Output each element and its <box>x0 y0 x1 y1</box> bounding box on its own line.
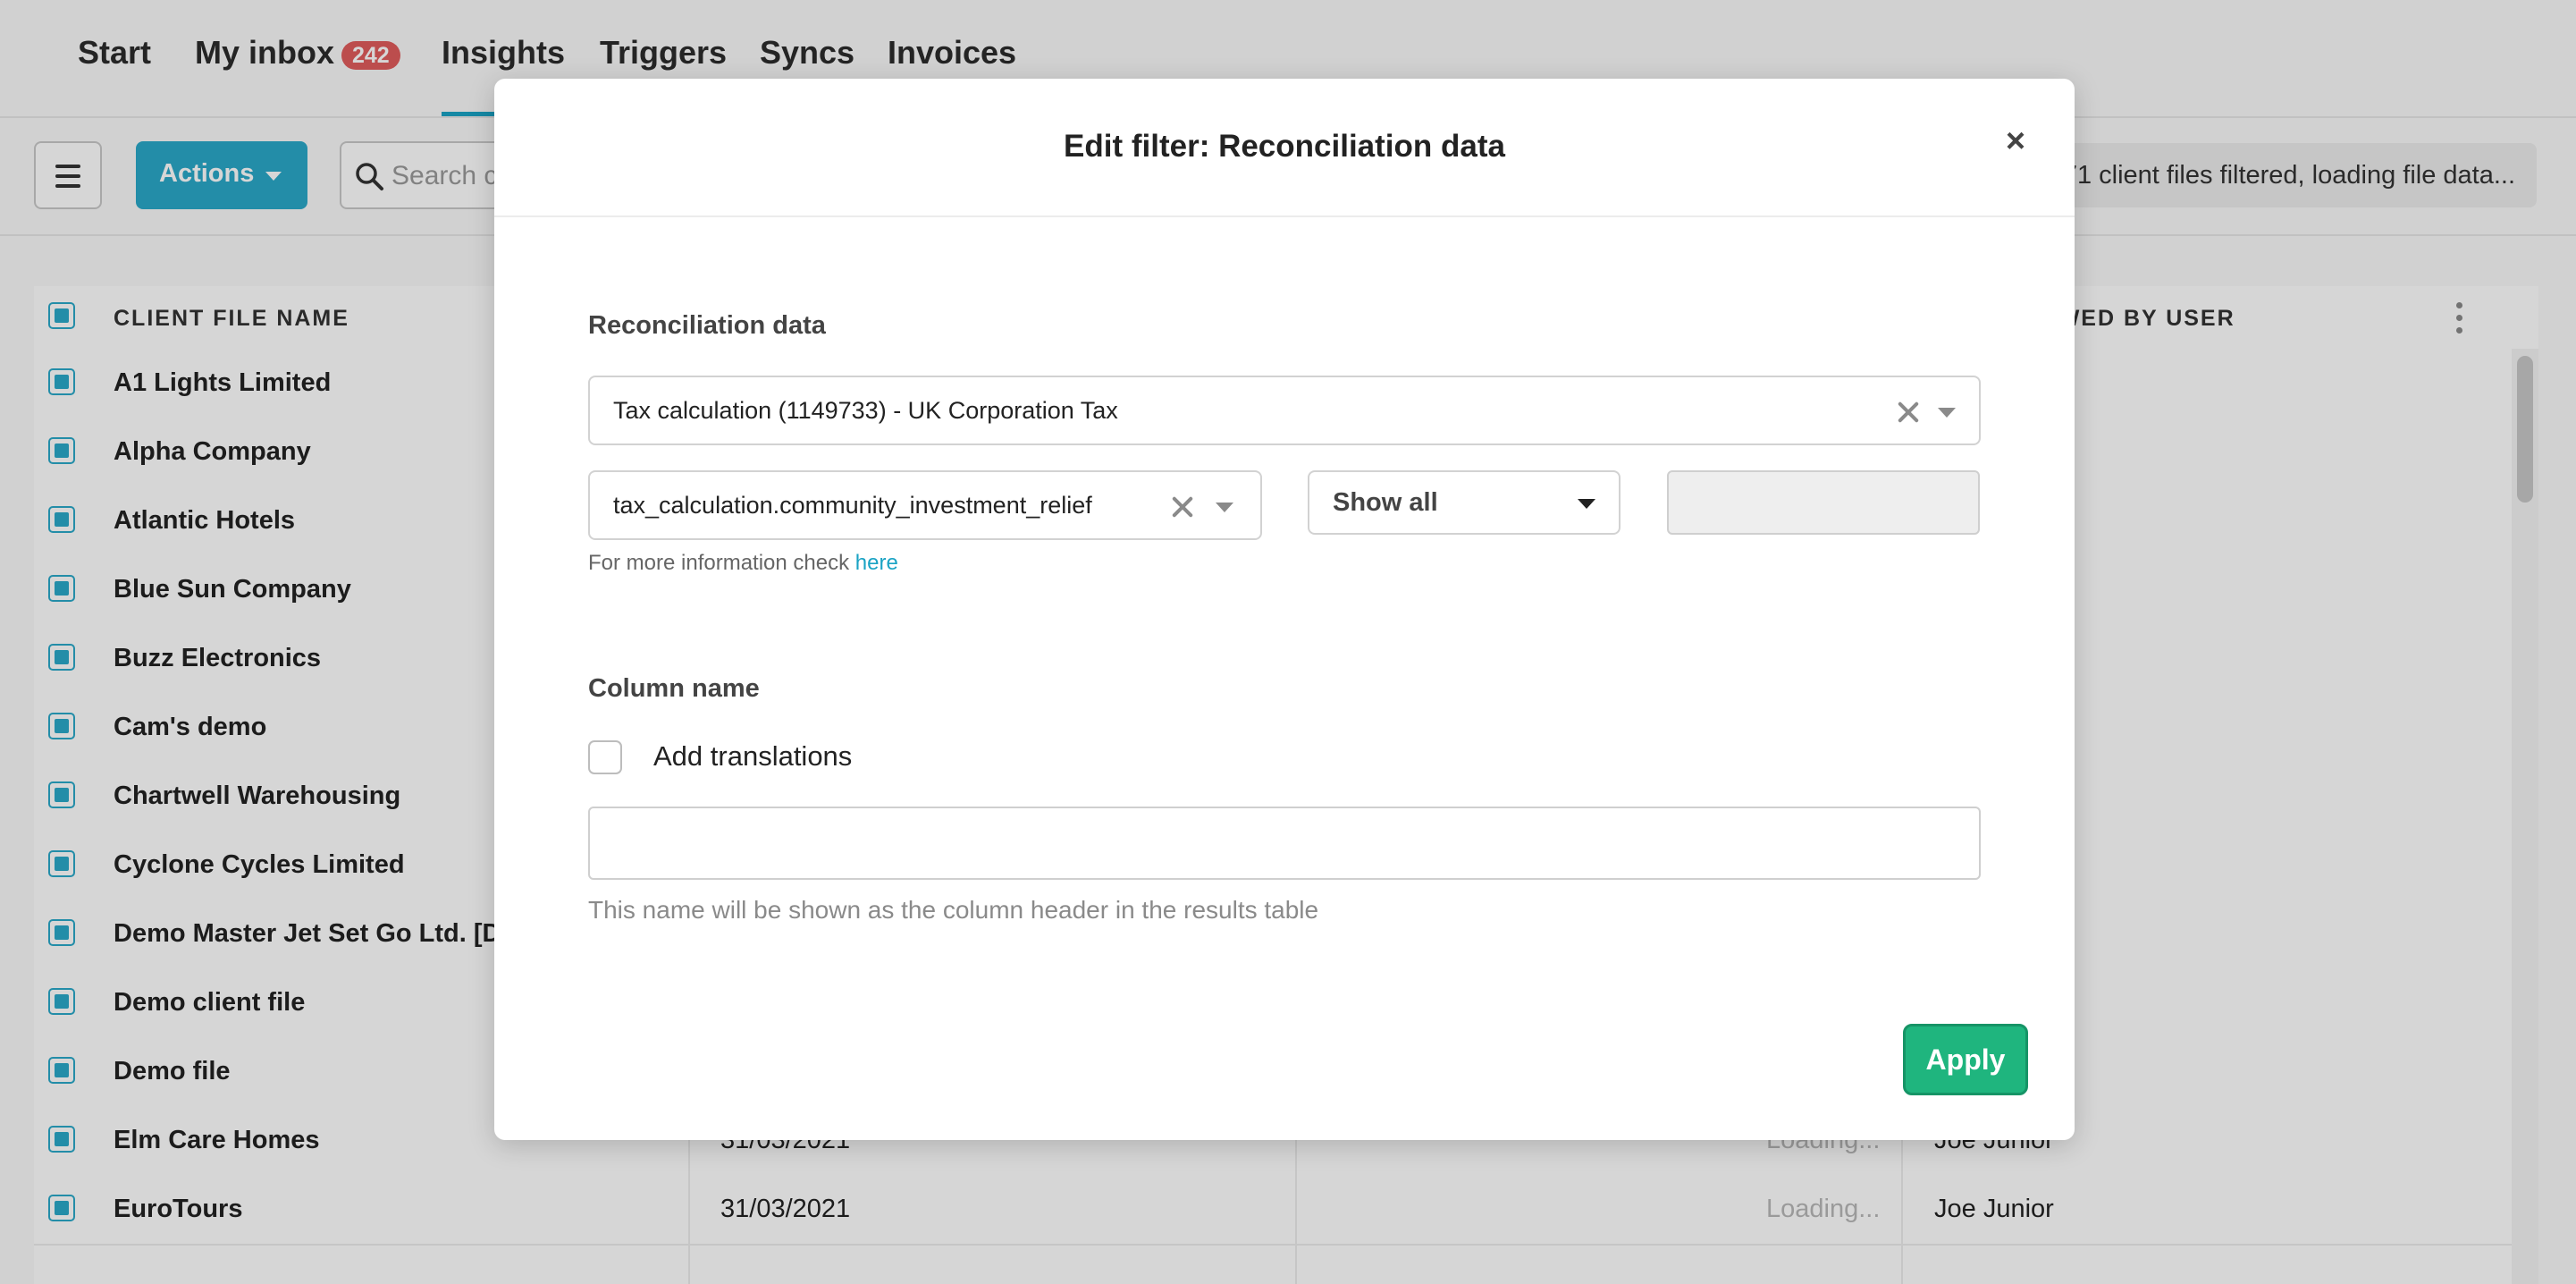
info-text: For more information check here <box>588 551 898 576</box>
close-icon[interactable]: × <box>1998 123 2033 159</box>
caret-down-icon <box>1578 499 1595 509</box>
condition-select[interactable]: Show all <box>1308 470 1621 535</box>
info-here-link[interactable]: here <box>855 551 898 575</box>
clear-source-icon[interactable] <box>1897 401 1920 424</box>
filter-value-input[interactable] <box>1667 470 1980 535</box>
clear-field-icon[interactable] <box>1171 495 1194 519</box>
condition-select-value: Show all <box>1333 488 1438 517</box>
apply-button[interactable]: Apply <box>1903 1024 2028 1095</box>
reconciliation-data-label: Reconciliation data <box>588 311 826 340</box>
add-translations-checkbox[interactable] <box>588 740 622 774</box>
column-name-help-text: This name will be shown as the column he… <box>588 896 1319 924</box>
column-name-input[interactable] <box>588 807 1981 880</box>
field-select[interactable]: tax_calculation.community_investment_rel… <box>588 470 1262 540</box>
source-select[interactable]: Tax calculation (1149733) - UK Corporati… <box>588 376 1981 445</box>
dialog-title: Edit filter: Reconciliation data <box>1064 129 1505 164</box>
chevron-down-icon[interactable] <box>1938 408 1956 418</box>
info-text-prefix: For more information check <box>588 551 850 575</box>
chevron-down-icon[interactable] <box>1216 503 1233 512</box>
add-translations-label[interactable]: Add translations <box>653 740 852 773</box>
edit-filter-dialog: Edit filter: Reconciliation data × Recon… <box>494 79 2075 1140</box>
source-select-value: Tax calculation (1149733) - UK Corporati… <box>613 397 1118 424</box>
field-select-value: tax_calculation.community_investment_rel… <box>613 492 1092 519</box>
column-name-label: Column name <box>588 674 760 703</box>
